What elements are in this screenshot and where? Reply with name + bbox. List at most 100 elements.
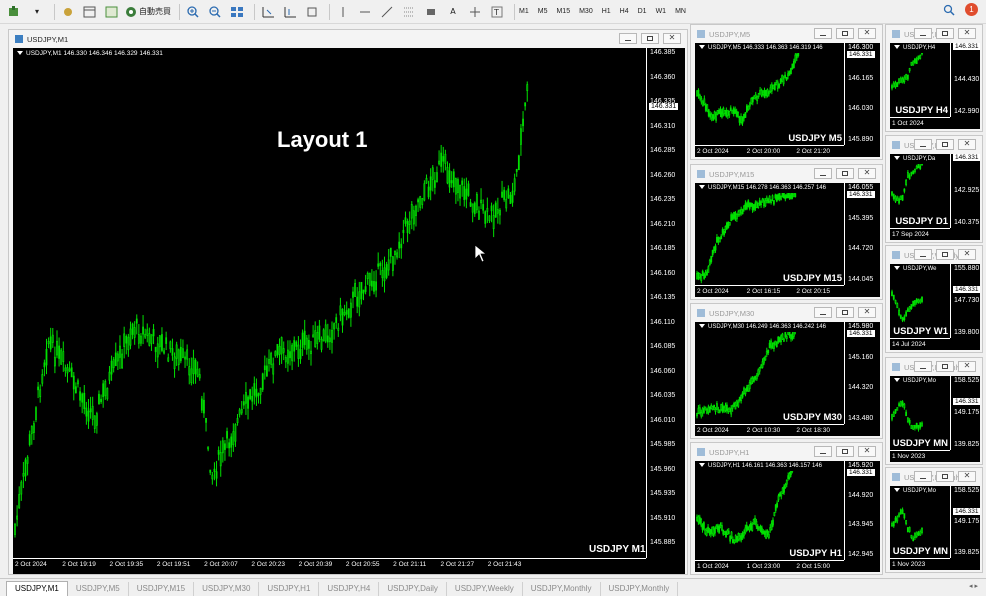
price-axis[interactable]: 146.385 146.360 146.335 146.310 146.285 146.2…	[646, 48, 685, 558]
close-button[interactable]	[858, 446, 876, 457]
timeframe-w1[interactable]: W1	[656, 8, 667, 15]
maximize-button[interactable]	[936, 249, 954, 260]
maximize-button[interactable]	[936, 471, 954, 482]
mid-window-titlebar[interactable]: USDJPY,M15	[691, 165, 882, 183]
chart-tab[interactable]: USDJPY,M1	[6, 581, 68, 596]
mid-chart[interactable]: USDJPY,H1 146.161 146.363 146.157 146 US…	[695, 461, 880, 572]
close-button[interactable]	[663, 33, 681, 44]
main-chart[interactable]: USDJPY,M1 146.330 146.346 146.329 146.33…	[13, 48, 685, 574]
right-chart[interactable]: USDJPY,H4 USDJPY H4 145.870144.430142.99…	[890, 43, 980, 129]
mid-window-titlebar[interactable]: USDJPY,H1	[691, 443, 882, 461]
right-chart[interactable]: USDJPY,Mo USDJPY MN 158.525 149.175 139.82…	[890, 376, 980, 462]
price-axis[interactable]: 158.525 149.175 139.825 146.331	[950, 486, 980, 558]
right-window-titlebar[interactable]: USDJPY,Weekly	[886, 246, 982, 264]
price-axis[interactable]: 146.300 146.165 146.030 145.890 146.331	[844, 43, 880, 145]
minimize-button[interactable]	[814, 446, 832, 457]
right-chart[interactable]: USDJPY,We USDJPY W1 155.880 147.730 139.80…	[890, 264, 980, 350]
close-button[interactable]	[958, 361, 976, 372]
chart-tab[interactable]: USDJPY,Monthly	[523, 582, 601, 596]
time-axis[interactable]: 1 Oct 2024 1 Oct 23:00 2 Oct 15:00	[695, 560, 844, 572]
right-window-titlebar[interactable]: USDJPY,Monthly	[886, 358, 982, 376]
navigator-icon[interactable]	[103, 3, 121, 21]
maximize-button[interactable]	[836, 446, 854, 457]
maximize-button[interactable]	[936, 361, 954, 372]
minimize-button[interactable]	[914, 139, 932, 150]
zoom-in-icon[interactable]	[184, 3, 202, 21]
auto-scroll-icon[interactable]	[281, 3, 299, 21]
chart-tab[interactable]: USDJPY,H4	[319, 582, 380, 596]
minimize-button[interactable]	[914, 28, 932, 39]
price-axis[interactable]: 145.920 144.920 143.945 142.945 146.331	[844, 461, 880, 560]
minimize-button[interactable]	[619, 33, 637, 44]
price-axis[interactable]: 145.870144.430142.990146.331	[950, 43, 980, 117]
maximize-button[interactable]	[836, 307, 854, 318]
minimize-button[interactable]	[814, 307, 832, 318]
maximize-button[interactable]	[836, 28, 854, 39]
time-axis[interactable]: 2 Oct 2024 2 Oct 16:15 2 Oct 20:15	[695, 285, 844, 297]
time-axis[interactable]: 2 Oct 2024 2 Oct 19:19 2 Oct 19:35 2 Oct 19…	[13, 558, 646, 574]
chart-tab[interactable]: USDJPY,H1	[259, 582, 320, 596]
minimize-button[interactable]	[814, 28, 832, 39]
minimize-button[interactable]	[914, 249, 932, 260]
chart-tab[interactable]: USDJPY,M30	[194, 582, 260, 596]
time-axis[interactable]: 2 Oct 2024 2 Oct 20:00 2 Oct 21:20	[695, 145, 844, 157]
minimize-button[interactable]	[814, 168, 832, 179]
chart-tab[interactable]: USDJPY,Daily	[379, 582, 447, 596]
close-button[interactable]	[958, 139, 976, 150]
text-label-icon[interactable]: T	[488, 3, 506, 21]
new-order-icon[interactable]	[6, 3, 24, 21]
trend-line-icon[interactable]	[378, 3, 396, 21]
maximize-button[interactable]	[936, 139, 954, 150]
right-chart[interactable]: USDJPY,Mo USDJPY MN 158.525 149.175 139.82…	[890, 486, 980, 570]
close-button[interactable]	[858, 168, 876, 179]
timeframe-d1[interactable]: D1	[638, 8, 647, 15]
chart-tab[interactable]: USDJPY,Weekly	[447, 582, 523, 596]
timeframe-h1[interactable]: H1	[602, 8, 611, 15]
right-window-titlebar[interactable]: USDJPY,Monthly	[886, 468, 982, 486]
close-button[interactable]	[858, 307, 876, 318]
dropdown-arrow-icon[interactable]: ▾	[28, 3, 46, 21]
main-window-titlebar[interactable]: USDJPY,M1	[9, 30, 687, 48]
chart-properties-icon[interactable]	[303, 3, 321, 21]
timeframe-mn[interactable]: MN	[675, 8, 686, 15]
tile-windows-icon[interactable]	[228, 3, 246, 21]
time-axis[interactable]: 1 Nov 2023	[890, 450, 950, 462]
chart-tab[interactable]: USDJPY,M15	[129, 582, 195, 596]
zoom-out-icon[interactable]	[206, 3, 224, 21]
mid-window-titlebar[interactable]: USDJPY,M30	[691, 304, 882, 322]
tab-scroll-arrows[interactable]: ◂ ▸	[969, 582, 978, 590]
crosshair-icon[interactable]	[466, 3, 484, 21]
time-axis[interactable]: 17 Sep 2024	[890, 228, 950, 240]
timeframe-m15[interactable]: M15	[556, 8, 570, 15]
price-axis[interactable]: 145.980 145.160 144.320 143.480 146.331	[844, 322, 880, 424]
chart-shift-icon[interactable]	[259, 3, 277, 21]
maximize-button[interactable]	[936, 28, 954, 39]
right-chart[interactable]: USDJPY,Da USDJPY D1 145.550142.925140.37…	[890, 154, 980, 240]
text-icon[interactable]: A	[444, 3, 462, 21]
mid-chart[interactable]: USDJPY,M30 146.249 146.363 146.242 146 U…	[695, 322, 880, 436]
price-axis[interactable]: 155.880 147.730 139.800 146.331	[950, 264, 980, 338]
chart-tab[interactable]: USDJPY,Monthly	[601, 582, 679, 596]
data-window-icon[interactable]	[81, 3, 99, 21]
minimize-button[interactable]	[914, 361, 932, 372]
timeframe-m5[interactable]: M5	[538, 8, 548, 15]
mid-window-titlebar[interactable]: USDJPY,M5	[691, 25, 882, 43]
time-axis[interactable]: 2 Oct 2024 2 Oct 10:30 2 Oct 18:30	[695, 424, 844, 436]
expert-icon[interactable]	[59, 3, 77, 21]
close-button[interactable]	[958, 28, 976, 39]
timeframe-m1[interactable]: M1	[519, 8, 529, 15]
timeframe-h4[interactable]: H4	[620, 8, 629, 15]
horizontal-line-icon[interactable]	[356, 3, 374, 21]
mid-chart[interactable]: USDJPY,M5 146.333 146.363 146.319 146 US…	[695, 43, 880, 157]
fibonacci-icon[interactable]	[400, 3, 418, 21]
close-button[interactable]	[858, 28, 876, 39]
notification-badge[interactable]: 1	[965, 3, 978, 16]
close-button[interactable]	[958, 249, 976, 260]
timeframe-m30[interactable]: M30	[579, 8, 593, 15]
time-axis[interactable]: 1 Nov 2023	[890, 558, 950, 570]
price-axis[interactable]: 145.550142.925140.375146.331	[950, 154, 980, 228]
right-window-titlebar[interactable]: USDJPY,H4	[886, 25, 982, 43]
minimize-button[interactable]	[914, 471, 932, 482]
close-button[interactable]	[958, 471, 976, 482]
price-axis[interactable]: 146.055 145.395 144.720 144.045 146.331	[844, 183, 880, 285]
